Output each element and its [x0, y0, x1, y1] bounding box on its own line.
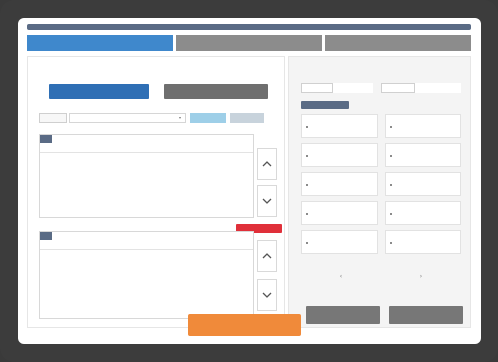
- secondary-action-button[interactable]: [164, 84, 268, 99]
- filter-button-2[interactable]: [230, 113, 264, 123]
- column-header: [83, 144, 126, 152]
- chevron-down-icon: ▾: [178, 115, 181, 120]
- title-bar: [27, 24, 471, 30]
- tile-item[interactable]: [301, 172, 378, 196]
- lower-grid-title: [40, 232, 52, 240]
- column-header: [168, 144, 211, 152]
- chevron-up-icon: [262, 161, 272, 167]
- scroll-down-button[interactable]: [257, 279, 277, 311]
- left-panel: ▾: [27, 56, 285, 328]
- upper-grid-header: [40, 144, 253, 153]
- tab-1[interactable]: [27, 35, 173, 51]
- tile-item[interactable]: [301, 143, 378, 167]
- tab-3[interactable]: [325, 35, 471, 51]
- field-2-label: [381, 83, 415, 93]
- primary-action-button[interactable]: [49, 84, 149, 99]
- pagination: ‹ ›: [301, 272, 461, 282]
- tab-bar: [27, 35, 471, 51]
- submit-button[interactable]: [188, 314, 301, 336]
- table-cell: [210, 154, 253, 163]
- section-title: [301, 101, 349, 109]
- pager-prev-button[interactable]: ‹: [340, 272, 342, 282]
- filter-label: [39, 113, 67, 123]
- app-screen: ▾ ‹ ›: [18, 18, 481, 344]
- tile-item[interactable]: [301, 114, 378, 138]
- table-cell: [40, 154, 83, 163]
- tile-item[interactable]: [384, 230, 461, 254]
- field-1-value: [333, 83, 373, 93]
- table-cell: [125, 154, 168, 163]
- tile-item[interactable]: [384, 172, 461, 196]
- table-cell: [168, 154, 211, 163]
- table-cell: [83, 154, 126, 163]
- scroll-up-button[interactable]: [257, 148, 277, 180]
- column-header: [83, 241, 126, 249]
- tab-2[interactable]: [176, 35, 322, 51]
- column-header: [168, 241, 211, 249]
- tile-item[interactable]: [301, 201, 378, 225]
- lower-grid-header: [40, 241, 253, 250]
- right-panel: ‹ ›: [288, 56, 471, 328]
- tile-item[interactable]: [384, 201, 461, 225]
- field-1-label: [301, 83, 333, 93]
- chevron-down-icon: [262, 292, 272, 298]
- pager-next-button[interactable]: ›: [420, 272, 422, 282]
- table-row[interactable]: [40, 154, 253, 163]
- bottom-button-2[interactable]: [389, 306, 463, 324]
- field-2-value: [415, 83, 461, 93]
- upper-grid: [39, 134, 254, 218]
- chevron-down-icon: [262, 198, 272, 204]
- filter-select[interactable]: ▾: [69, 113, 186, 123]
- scroll-up-button[interactable]: [257, 240, 277, 272]
- lower-grid: [39, 231, 254, 319]
- column-header: [40, 144, 83, 152]
- upper-grid-title: [40, 135, 52, 143]
- column-header: [125, 144, 168, 152]
- filter-button-1[interactable]: [190, 113, 226, 123]
- bottom-button-1[interactable]: [306, 306, 380, 324]
- device-frame: ▾ ‹ ›: [0, 0, 498, 362]
- tile-grid: [301, 114, 461, 254]
- tile-item[interactable]: [301, 230, 378, 254]
- column-header: [40, 241, 83, 249]
- column-header: [125, 241, 168, 249]
- column-header: [210, 144, 253, 152]
- column-header: [210, 241, 253, 249]
- tile-item[interactable]: [384, 143, 461, 167]
- chevron-up-icon: [262, 253, 272, 259]
- scroll-down-button[interactable]: [257, 185, 277, 217]
- tile-item[interactable]: [384, 114, 461, 138]
